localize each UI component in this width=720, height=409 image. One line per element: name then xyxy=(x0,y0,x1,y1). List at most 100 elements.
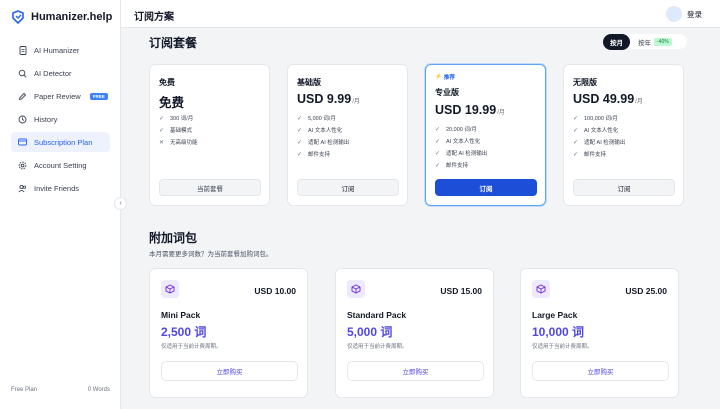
feature-text: 基础模式 xyxy=(170,128,193,134)
check-icon: ✓ xyxy=(435,138,441,145)
sidebar-item-label: AI Humanizer xyxy=(34,45,80,55)
subscribe-button[interactable]: 订阅 xyxy=(297,179,399,196)
plan-features: ✓ 20,000 词/月 ✓ AI 文本人性化 ✓ 适配 AI 检测输出 ✓ 邮件支持 xyxy=(435,123,487,171)
sidebar-item-invite-friends[interactable]: Invite Friends xyxy=(11,178,110,198)
feature-item: ✓ AI 文本人性化 xyxy=(573,124,625,136)
feature-item: ✓ 20,000 词/月 xyxy=(435,123,487,135)
pack-card-mini: USD 10.00 Mini Pack 2,500 词 仅适用于当前计费周期。 … xyxy=(149,268,308,398)
plan-price-value: USD 9.99 xyxy=(297,92,352,106)
pack-note: 仅适用于当前计费周期。 xyxy=(347,344,408,350)
pack-card-standard: USD 15.00 Standard Pack 5,000 词 仅适用于当前计费… xyxy=(335,268,494,398)
billing-yearly-option[interactable]: 按年 -40% xyxy=(638,37,672,47)
collapse-sidebar-button[interactable]: ‹ xyxy=(114,197,127,210)
feature-item: ✓ 300 词/月 xyxy=(159,112,198,124)
pack-price: USD 25.00 xyxy=(625,286,667,296)
feature-item: ✓ 适配 AI 检测输出 xyxy=(435,147,487,159)
sidebar-item-ai-humanizer[interactable]: AI Humanizer xyxy=(11,40,110,60)
current-plan-button[interactable]: 当前套餐 xyxy=(159,179,261,196)
addons-subtitle: 本月需要更多词数？为当前套餐加购词包。 xyxy=(149,251,273,258)
feature-text: 适配 AI 检测输出 xyxy=(584,140,626,146)
subscribe-button[interactable]: 订阅 xyxy=(435,179,537,196)
pack-words: 10,000 词 xyxy=(532,325,585,339)
box-icon xyxy=(532,280,550,298)
check-icon: ✓ xyxy=(297,115,303,122)
app-logo[interactable]: Humanizer.help xyxy=(11,10,112,24)
sidebar-item-ai-detector[interactable]: AI Detector xyxy=(11,63,110,83)
feature-text: AI 文本人性化 xyxy=(584,128,619,134)
sidebar-item-history[interactable]: History xyxy=(11,109,110,129)
feature-text: 邮件支持 xyxy=(308,152,331,158)
pack-name: Large Pack xyxy=(532,310,578,320)
buy-now-button[interactable]: 立即购买 xyxy=(347,361,484,381)
history-icon xyxy=(18,115,27,124)
check-icon: ✓ xyxy=(435,126,441,133)
feature-item: ✓ 5,000 词/月 xyxy=(297,112,349,124)
pen-icon xyxy=(18,92,27,101)
subscribe-button[interactable]: 订阅 xyxy=(573,179,675,196)
plan-label: Free Plan xyxy=(11,387,38,393)
pack-note: 仅适用于当前计费周期。 xyxy=(161,344,222,350)
plan-name: 免费 xyxy=(159,78,175,87)
plan-features: ✓ 300 词/月 ✓ 基础模式 ✕ 无高级功能 xyxy=(159,112,198,148)
plan-price-value: USD 49.99 xyxy=(573,92,635,106)
pack-price: USD 15.00 xyxy=(440,286,482,296)
feature-text: AI 文本人性化 xyxy=(308,128,343,134)
subscription-title: 订阅套餐 xyxy=(149,36,198,50)
logo-icon xyxy=(12,10,24,24)
sidebar-nav: AI Humanizer AI Detector Paper Review FR… xyxy=(11,40,110,201)
feature-item: ✓ 适配 AI 检测输出 xyxy=(573,136,625,148)
sidebar-item-subscription-plan[interactable]: Subscription Plan xyxy=(11,132,110,152)
card-icon xyxy=(18,138,27,147)
feature-text: 300 词/月 xyxy=(170,116,194,122)
app-name: Humanizer.help xyxy=(31,11,113,23)
plan-price: USD 19.99/月 xyxy=(435,103,505,117)
feature-text: 邮件支持 xyxy=(446,163,469,169)
plan-price-value: USD 19.99 xyxy=(435,103,497,117)
sidebar-item-label: Invite Friends xyxy=(34,183,80,193)
sidebar-item-label: Subscription Plan xyxy=(34,137,93,147)
feature-item: ✓ 基础模式 xyxy=(159,124,198,136)
check-icon: ✓ xyxy=(159,127,165,134)
feature-text: 无高级功能 xyxy=(170,140,198,146)
plan-card-free: 免费 免费 ✓ 300 词/月 ✓ 基础模式 ✕ 无高级功能 当前套餐 xyxy=(149,64,270,206)
plan-name: 无限版 xyxy=(573,78,597,87)
check-icon: ✓ xyxy=(435,150,441,157)
buy-now-button[interactable]: 立即购买 xyxy=(161,361,298,381)
feature-text: 100,000 词/月 xyxy=(584,116,618,122)
sidebar: Humanizer.help AI Humanizer AI Detector … xyxy=(0,0,121,409)
sidebar-item-label: Account Setting xyxy=(34,160,87,170)
sidebar-item-paper-review[interactable]: Paper Review FREE xyxy=(11,86,110,106)
pack-price: USD 10.00 xyxy=(254,286,296,296)
plan-price-period: /月 xyxy=(352,99,360,105)
plan-price-period: /月 xyxy=(635,99,643,105)
free-badge: FREE xyxy=(89,92,108,100)
pack-note: 仅适用于当前计费周期。 xyxy=(532,344,593,350)
addons-title: 附加词包 xyxy=(149,231,198,245)
feature-item: ✓ 100,000 词/月 xyxy=(573,112,625,124)
sidebar-item-account-setting[interactable]: Account Setting xyxy=(11,155,110,175)
plan-price: USD 49.99/月 xyxy=(573,92,643,106)
login-link[interactable]: 登录 xyxy=(687,9,702,20)
cross-icon: ✕ xyxy=(159,139,165,146)
feature-item: ✕ 无高级功能 xyxy=(159,136,198,148)
pack-name: Standard Pack xyxy=(347,310,407,320)
feature-text: 适配 AI 检测输出 xyxy=(446,151,488,157)
feature-item: ✓ 适配 AI 检测输出 xyxy=(297,136,349,148)
pack-name: Mini Pack xyxy=(161,310,201,320)
feature-text: 邮件支持 xyxy=(584,152,607,158)
check-icon: ✓ xyxy=(297,127,303,134)
page-title: 订阅方案 xyxy=(134,12,174,23)
check-icon: ✓ xyxy=(297,151,303,158)
feature-text: 5,000 词/月 xyxy=(308,116,336,122)
check-icon: ✓ xyxy=(159,115,165,122)
buy-now-button[interactable]: 立即购买 xyxy=(532,361,669,381)
plan-card-pro: ⚡ 推荐 专业版 USD 19.99/月 ✓ 20,000 词/月 ✓ AI 文本人性… xyxy=(425,64,546,206)
check-icon: ✓ xyxy=(573,151,579,158)
billing-monthly-option[interactable]: 按月 xyxy=(603,33,630,50)
recommended-label: 推荐 xyxy=(443,75,455,81)
check-icon: ✓ xyxy=(297,139,303,146)
billing-yearly-label: 按年 xyxy=(638,39,651,47)
feature-item: ✓ AI 文本人性化 xyxy=(435,135,487,147)
avatar[interactable] xyxy=(666,6,682,22)
plan-price: USD 9.99/月 xyxy=(297,92,360,106)
